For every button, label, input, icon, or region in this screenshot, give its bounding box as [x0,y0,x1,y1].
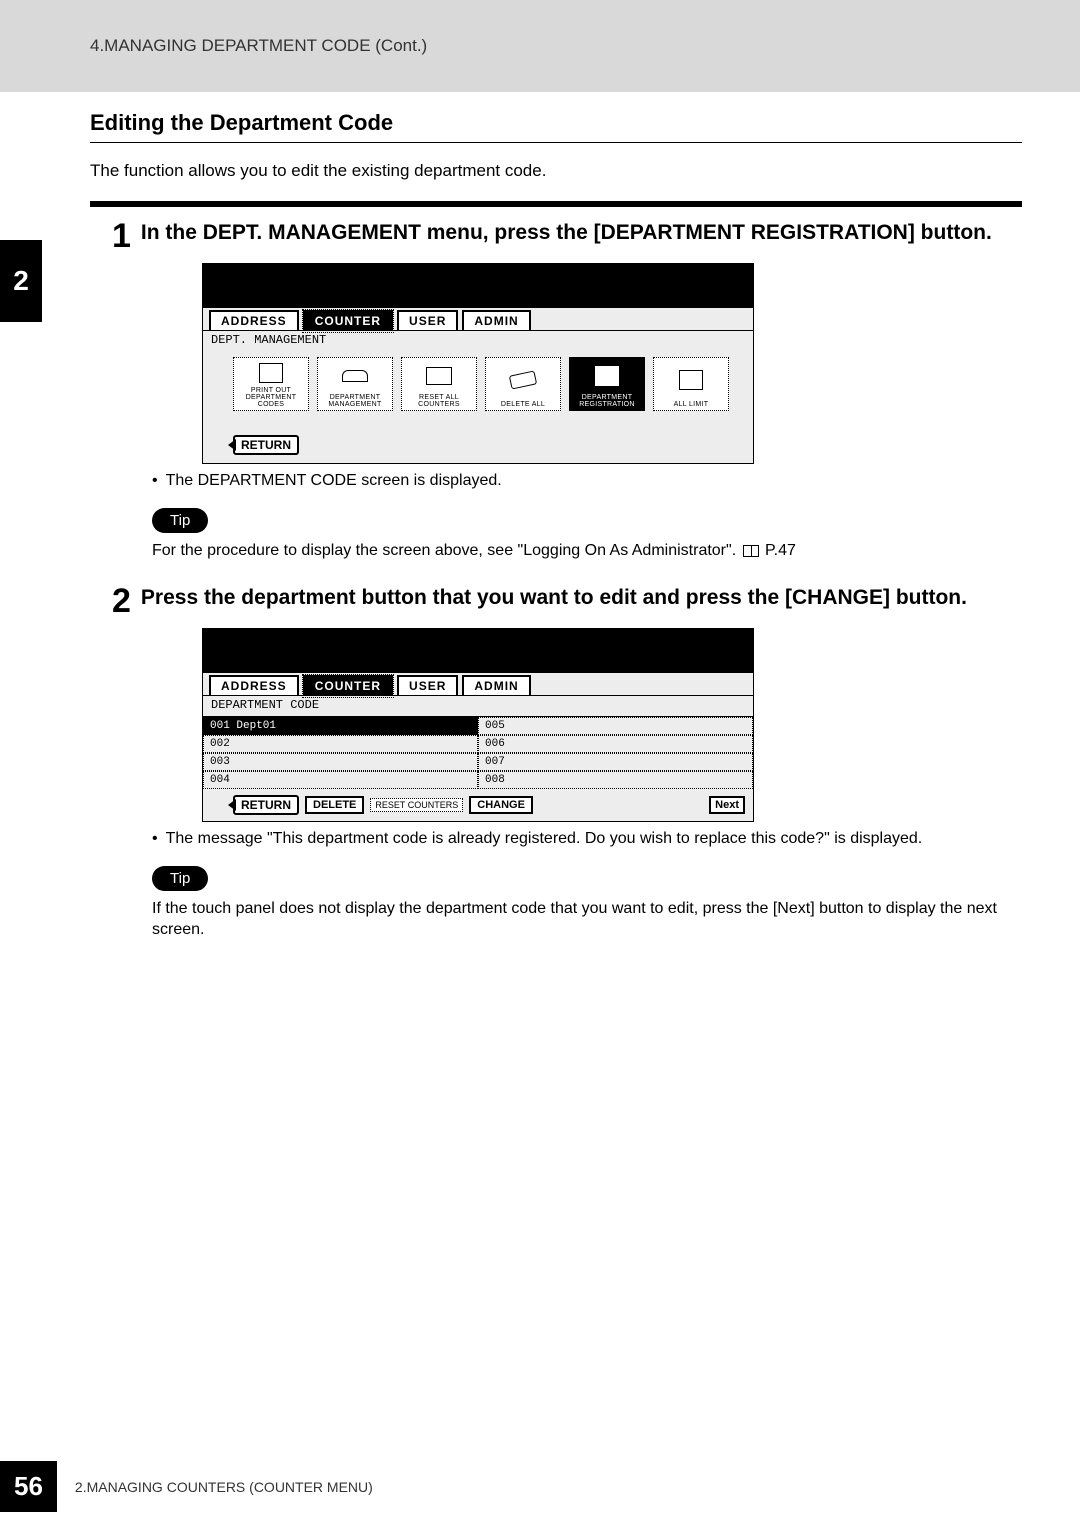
step-number-1: 1 [112,219,131,253]
dept-row-003[interactable]: 003 [203,753,478,771]
stack-icon [679,370,703,390]
thick-divider [90,201,1022,207]
footer-text: 2.MANAGING COUNTERS (COUNTER MENU) [75,1479,373,1495]
change-button[interactable]: CHANGE [469,796,533,814]
tab-counter[interactable]: COUNTER [303,310,393,330]
tab-admin[interactable]: ADMIN [462,310,530,330]
step1-bullet: •The DEPARTMENT CODE screen is displayed… [152,472,1022,490]
tab-address[interactable]: ADDRESS [209,675,299,695]
btn-all-limit[interactable]: ALL LIMIT [653,357,729,411]
chapter-tab: 2 [0,240,42,322]
tip-text: If the touch panel does not display the … [152,899,1022,941]
eraser-icon [509,370,537,389]
dept-row-006[interactable]: 006 [478,735,753,753]
tab-user[interactable]: USER [397,310,458,330]
btn-delete-all[interactable]: DELETE ALL [485,357,561,411]
tip-badge: Tip [152,866,208,891]
return-button[interactable]: RETURN [233,795,299,815]
step-text-1: In the DEPT. MANAGEMENT menu, press the … [141,219,1022,247]
document-icon [259,363,283,383]
next-button[interactable]: Next [709,796,745,814]
btn-dept-registration[interactable]: DEPARTMENT REGISTRATION [569,357,645,411]
btn-print-out-dept-codes[interactable]: PRINT OUT DEPARTMENT CODES [233,357,309,411]
tip-text: For the procedure to display the screen … [152,541,1022,562]
return-button[interactable]: RETURN [233,435,299,455]
page-number: 56 [0,1461,57,1512]
dept-row-001[interactable]: 001 Dept01 [203,717,478,735]
screenshot-dept-management: ADDRESS COUNTER USER ADMIN DEPT. MANAGEM… [202,263,754,464]
key-icon [342,370,368,382]
tab-admin[interactable]: ADMIN [462,675,530,695]
screen-subtitle-2: DEPARTMENT CODE [203,695,753,716]
btn-dept-management[interactable]: DEPARTMENT MANAGEMENT [317,357,393,411]
intro-text: The function allows you to edit the exis… [90,161,1022,181]
step2-bullet: •The message "This department code is al… [152,830,1022,848]
step-1: 1 In the DEPT. MANAGEMENT menu, press th… [112,219,1022,562]
btn-reset-all-counters[interactable]: RESET ALL COUNTERS [401,357,477,411]
tab-user[interactable]: USER [397,675,458,695]
screenshot-department-code: ADDRESS COUNTER USER ADMIN DEPARTMENT CO… [202,628,754,822]
page-footer: 56 2.MANAGING COUNTERS (COUNTER MENU) [0,1461,373,1512]
step-number-2: 2 [112,584,131,618]
page-header: 4.MANAGING DEPARTMENT CODE (Cont.) [0,0,1080,92]
section-title: Editing the Department Code [90,110,1022,136]
dept-row-008[interactable]: 008 [478,771,753,789]
tab-counter[interactable]: COUNTER [303,675,393,695]
step-text-2: Press the department button that you wan… [141,584,1022,612]
header-text: 4.MANAGING DEPARTMENT CODE (Cont.) [90,36,427,56]
tab-address[interactable]: ADDRESS [209,310,299,330]
dept-row-004[interactable]: 004 [203,771,478,789]
reset-counters-button[interactable]: RESET COUNTERS [370,798,463,812]
printer-icon [426,367,452,385]
dept-row-002[interactable]: 002 [203,735,478,753]
delete-button[interactable]: DELETE [305,796,364,814]
step-2: 2 Press the department button that you w… [112,584,1022,941]
dept-row-005[interactable]: 005 [478,717,753,735]
document-icon [595,366,619,386]
book-icon [743,545,759,557]
screen-subtitle: DEPT. MANAGEMENT [203,330,753,351]
dept-row-007[interactable]: 007 [478,753,753,771]
tip-badge: Tip [152,508,208,533]
divider [90,142,1022,143]
